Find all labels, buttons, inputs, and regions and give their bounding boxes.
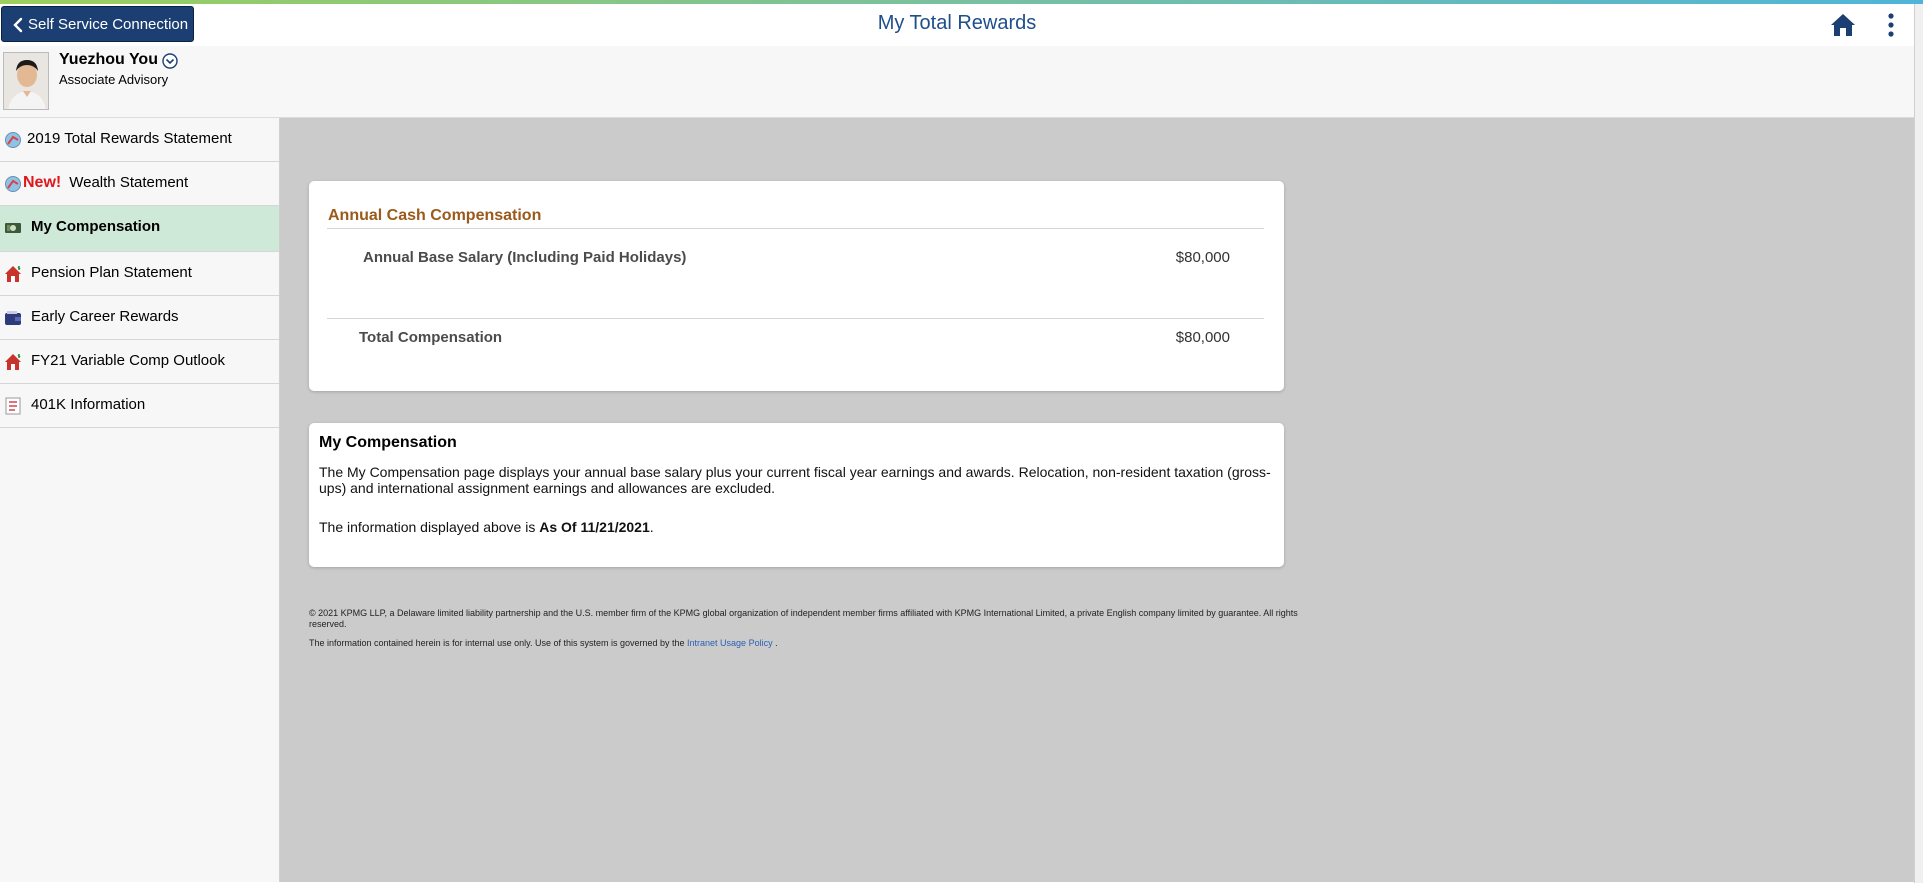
divider (327, 318, 1264, 319)
house-icon (5, 354, 21, 370)
sidebar-item-label: 2019 Total Rewards Statement (27, 130, 232, 147)
header-banner: Self Service Connection My Total Rewards (0, 4, 1914, 46)
base-salary-label: Annual Base Salary (Including Paid Holid… (363, 249, 687, 266)
user-bar: Yuezhou You Associate Advisory (0, 46, 1914, 118)
card-description: The My Compensation page displays your a… (319, 464, 1271, 496)
total-compensation-value: $80,000 (1175, 329, 1230, 346)
new-badge: New! (23, 174, 62, 191)
statement-globe-icon (5, 132, 21, 148)
sidebar-item-label: Wealth Statement (69, 174, 189, 191)
total-compensation-label: Total Compensation (359, 329, 503, 346)
home-icon[interactable] (1830, 12, 1856, 38)
wallet-icon (5, 311, 21, 325)
annual-cash-compensation-card: Annual Cash Compensation Annual Base Sal… (309, 181, 1284, 391)
sidebar-item-label: 401K Information (31, 396, 146, 413)
chevron-down-icon[interactable] (162, 53, 178, 69)
sidebar-item-label: FY21 Variable Comp Outlook (31, 352, 225, 369)
sidebar-item-early-career-rewards[interactable]: Early Career Rewards (0, 296, 279, 340)
usage-notice: The information contained herein is for … (309, 638, 778, 648)
as-of-text: The information displayed above is As Of… (319, 519, 654, 535)
user-role: Associate Advisory (59, 72, 169, 87)
house-icon (5, 266, 21, 282)
sidebar-item-pension-plan-statement[interactable]: Pension Plan Statement (0, 252, 279, 296)
sidebar-item-label: My Compensation (31, 218, 161, 235)
copyright-text: © 2021 KPMG LLP, a Delaware limited liab… (309, 608, 1298, 629)
my-compensation-info-card: My Compensation The My Compensation page… (309, 423, 1284, 567)
base-salary-value: $80,000 (1175, 249, 1230, 266)
scrollbar[interactable] (1914, 4, 1923, 883)
card-title: Annual Cash Compensation (328, 207, 542, 224)
sidebar-item-401k-information[interactable]: 401K Information (0, 384, 279, 428)
sidebar-nav: 2019 Total Rewards Statement New! Wealth … (0, 118, 280, 882)
as-of-date: As Of 11/21/2021 (539, 519, 650, 535)
page-title: My Total Rewards (877, 12, 1037, 34)
statement-globe-icon (5, 176, 21, 192)
intranet-usage-policy-link[interactable]: Intranet Usage Policy (687, 638, 773, 648)
card-title: My Compensation (319, 434, 457, 451)
document-icon (5, 397, 21, 415)
sidebar-item-total-rewards-statement[interactable]: 2019 Total Rewards Statement (0, 118, 279, 162)
avatar (3, 52, 49, 110)
money-icon (5, 223, 21, 233)
sidebar-item-label: Early Career Rewards (31, 308, 179, 325)
sidebar-item-label: Pension Plan Statement (31, 264, 192, 281)
sidebar-item-fy21-variable-comp-outlook[interactable]: FY21 Variable Comp Outlook (0, 340, 279, 384)
sidebar-item-my-compensation[interactable]: My Compensation (0, 206, 279, 252)
sidebar-item-wealth-statement[interactable]: New! Wealth Statement (0, 162, 279, 206)
more-vertical-icon[interactable] (1884, 12, 1898, 38)
divider (327, 228, 1264, 229)
user-name: Yuezhou You (59, 51, 158, 68)
